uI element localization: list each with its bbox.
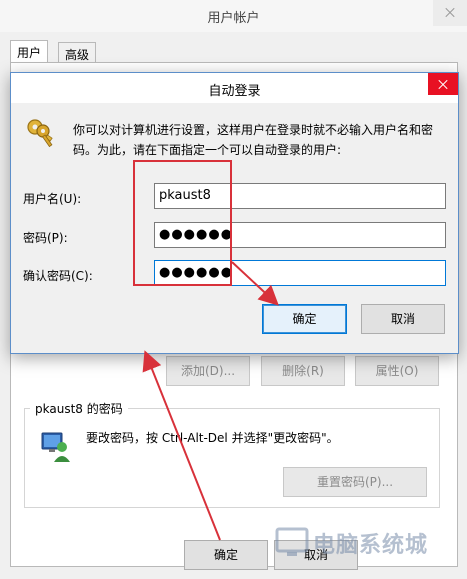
- watermark: 电脑系统城: [267, 519, 467, 579]
- add-user-button[interactable]: 添加(D)...: [166, 356, 250, 386]
- tab-advanced[interactable]: 高级: [58, 42, 97, 64]
- watermark-text: 电脑系统城: [313, 533, 429, 558]
- change-password-instruction: 要改密码，按 Ctrl-Alt-Del 并选择"更改密码"。: [86, 431, 339, 445]
- close-icon[interactable]: [428, 73, 458, 95]
- username-label: 用户名(U):: [23, 192, 82, 206]
- close-icon[interactable]: [433, 0, 467, 26]
- cancel-button[interactable]: 取消: [361, 304, 445, 334]
- tab-users[interactable]: 用户: [10, 40, 49, 64]
- bg-ok-button[interactable]: 确定: [184, 540, 268, 570]
- auto-login-titlebar: 自动登录: [11, 73, 458, 103]
- auto-login-dialog: 自动登录 你可以对计算机进行设置，这样用户在登录时就不必输入用户名和密码。为此，…: [10, 72, 459, 354]
- auto-login-description: 你可以对计算机进行设置，这样用户在登录时就不必输入用户名和密码。为此，请在下面指…: [73, 123, 434, 157]
- reset-password-button[interactable]: 重置密码(P)...: [283, 467, 427, 497]
- properties-button[interactable]: 属性(O): [355, 356, 439, 386]
- user-accounts-titlebar: 用户帐户: [0, 0, 467, 32]
- password-group-legend: pkaust8 的密码: [30, 400, 128, 417]
- user-monitor-icon: [41, 432, 70, 462]
- annotation-highlight-box: [133, 160, 232, 286]
- keys-icon: [27, 119, 53, 148]
- remove-user-button[interactable]: 删除(R): [261, 356, 345, 386]
- user-accounts-title: 用户帐户: [207, 11, 260, 26]
- password-label: 密码(P):: [23, 231, 68, 245]
- watermark-logo-icon: [275, 527, 309, 556]
- auto-login-title: 自动登录: [208, 84, 261, 99]
- ok-button[interactable]: 确定: [262, 304, 347, 334]
- confirm-password-label: 确认密码(C):: [23, 269, 93, 283]
